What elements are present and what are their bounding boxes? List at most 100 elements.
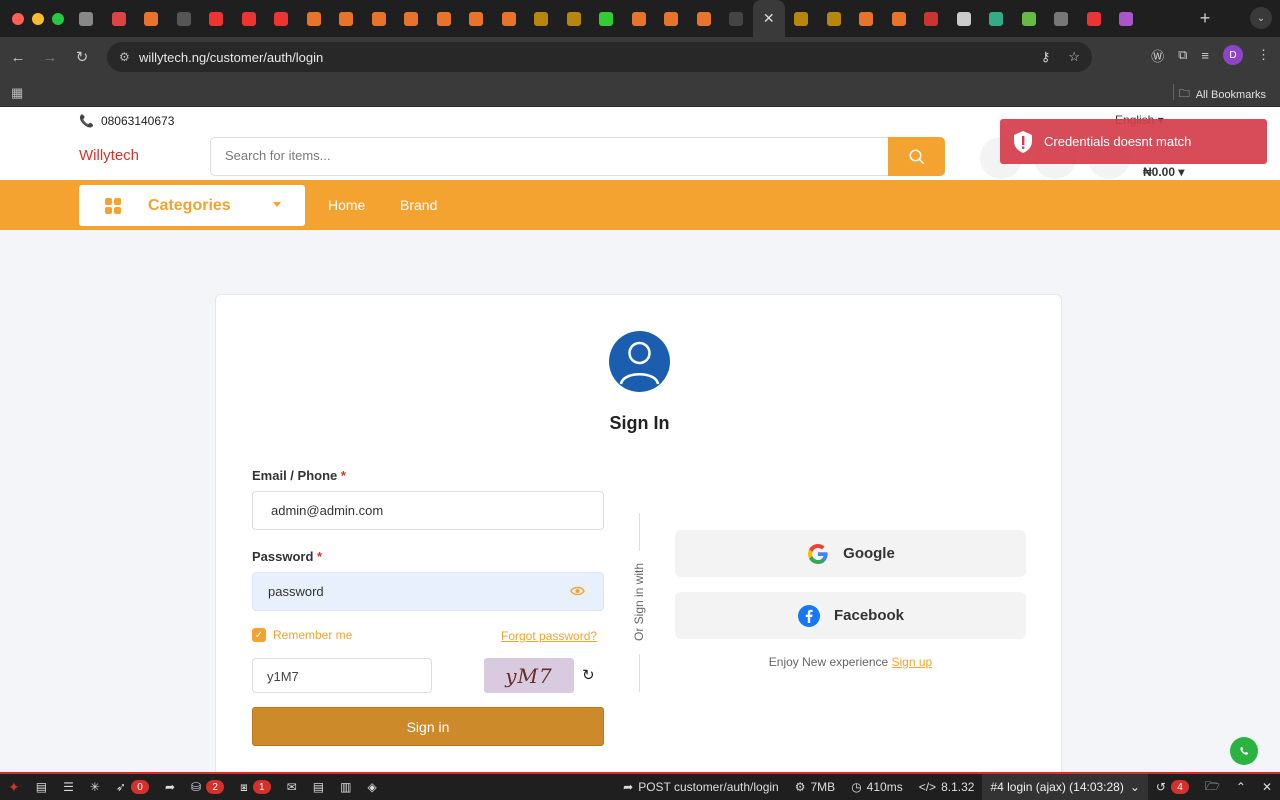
password-field[interactable]: password xyxy=(252,572,604,611)
browser-tab[interactable] xyxy=(720,0,753,37)
browser-tab[interactable] xyxy=(1110,0,1143,37)
active-tab[interactable]: ✕ xyxy=(752,0,785,37)
all-bookmarks-button[interactable]: 🗀 All Bookmarks xyxy=(1179,85,1266,104)
site-logo[interactable]: Willytech xyxy=(79,147,139,164)
new-tab-button[interactable]: + xyxy=(1190,8,1220,29)
close-tab-icon[interactable]: ✕ xyxy=(763,10,775,27)
reload-button[interactable]: ↻ xyxy=(66,48,98,66)
laravel-logo-icon[interactable]: ✦ xyxy=(0,779,28,796)
browser-tab[interactable] xyxy=(948,0,981,37)
debug-request-info[interactable]: ➦ POST customer/auth/login xyxy=(615,780,787,794)
browser-tab[interactable] xyxy=(655,0,688,37)
signin-button[interactable]: Sign in xyxy=(252,707,604,746)
cart-total[interactable]: ₦0.00 ▾ xyxy=(1143,165,1184,179)
debug-session-icon[interactable]: ▥ xyxy=(332,780,359,794)
password-key-icon[interactable]: ⚷ xyxy=(1041,49,1051,65)
tab-favicon-icon xyxy=(859,11,874,26)
debug-mails-icon[interactable]: ✉ xyxy=(279,780,305,794)
browser-tab[interactable] xyxy=(233,0,266,37)
profile-avatar[interactable]: D xyxy=(1223,45,1243,65)
forgot-password-link[interactable]: Forgot password? xyxy=(501,629,597,643)
error-toast[interactable]: Credentials doesnt match xyxy=(1000,119,1267,164)
extensions-puzzle-icon[interactable]: ⧉ xyxy=(1178,47,1187,63)
browser-tab[interactable] xyxy=(330,0,363,37)
signup-link[interactable]: Sign up xyxy=(892,655,933,669)
browser-tab[interactable] xyxy=(493,0,526,37)
email-field[interactable]: admin@admin.com xyxy=(252,491,604,530)
browser-tab[interactable] xyxy=(428,0,461,37)
request-selector[interactable]: #4 login (ajax) (14:03:28) ⌄ xyxy=(982,774,1148,800)
debug-models-tab[interactable]: ⧆ 1 xyxy=(232,780,279,795)
categories-dropdown[interactable]: Categories xyxy=(79,185,305,226)
tab-search-button[interactable]: ⌄ xyxy=(1250,7,1272,29)
browser-tab[interactable] xyxy=(883,0,916,37)
apps-grid-icon[interactable]: ▦ xyxy=(11,85,23,101)
debug-messages-icon[interactable]: ▤ xyxy=(28,780,55,794)
eye-icon[interactable] xyxy=(570,585,585,597)
browser-tab[interactable] xyxy=(818,0,851,37)
remember-me[interactable]: ✓ Remember me xyxy=(252,628,352,642)
reading-list-icon[interactable]: ≡ xyxy=(1201,48,1209,63)
debug-timeline-icon[interactable]: ☰ xyxy=(55,780,82,794)
captcha-input[interactable]: y1M7 xyxy=(252,658,432,693)
categories-grid-icon xyxy=(105,197,121,214)
browser-tab[interactable] xyxy=(200,0,233,37)
browser-tab[interactable] xyxy=(363,0,396,37)
main-navbar: Categories Home Brand xyxy=(0,180,1280,230)
debug-views-tab[interactable]: ➶ 0 xyxy=(108,780,157,794)
google-login-button[interactable]: Google xyxy=(675,530,1026,577)
remember-checkbox[interactable]: ✓ xyxy=(252,628,266,642)
debug-maximize-icon[interactable]: ⌃ xyxy=(1228,780,1254,794)
browser-tab[interactable] xyxy=(915,0,948,37)
forward-button[interactable]: → xyxy=(34,49,66,66)
enjoy-text: Enjoy New experience xyxy=(768,655,889,669)
debug-memory: ⚙ 7MB xyxy=(787,780,843,794)
remember-label: Remember me xyxy=(273,628,353,642)
browser-tab[interactable] xyxy=(460,0,493,37)
browser-tab[interactable] xyxy=(525,0,558,37)
browser-tab[interactable] xyxy=(1078,0,1111,37)
debug-close-icon[interactable]: ✕ xyxy=(1254,780,1280,794)
browser-tab[interactable] xyxy=(1013,0,1046,37)
browser-tab[interactable] xyxy=(590,0,623,37)
browser-tab[interactable] xyxy=(980,0,1013,37)
site-info-icon[interactable]: ⚙ xyxy=(119,50,139,64)
close-window-button[interactable] xyxy=(12,12,24,25)
facebook-login-button[interactable]: Facebook xyxy=(675,592,1026,639)
nav-home[interactable]: Home xyxy=(328,197,365,213)
nav-brand[interactable]: Brand xyxy=(400,197,437,213)
debug-queries-tab[interactable]: ⛁ 2 xyxy=(183,780,232,794)
browser-tab[interactable] xyxy=(103,0,136,37)
debug-gate-icon[interactable]: ▤ xyxy=(305,780,332,794)
debug-request-tags-icon[interactable]: ◈ xyxy=(359,780,384,794)
debug-open-icon[interactable]: 🗁 xyxy=(1197,777,1228,798)
tab-favicon-icon xyxy=(599,11,614,26)
browser-tab[interactable] xyxy=(168,0,201,37)
browser-tab[interactable] xyxy=(850,0,883,37)
browser-tab[interactable] xyxy=(395,0,428,37)
browser-tab[interactable] xyxy=(298,0,331,37)
debug-history-tab[interactable]: ↺ 4 xyxy=(1148,780,1197,794)
browser-tab[interactable] xyxy=(70,0,103,37)
browser-menu-icon[interactable]: ⋮ xyxy=(1257,47,1270,63)
browser-tab[interactable] xyxy=(623,0,656,37)
browser-tab[interactable] xyxy=(785,0,818,37)
search-input[interactable] xyxy=(225,148,825,163)
bookmark-star-icon[interactable]: ☆ xyxy=(1068,49,1080,65)
maximize-window-button[interactable] xyxy=(52,12,64,25)
extension-icon[interactable]: Ⓦ xyxy=(1151,46,1164,65)
minimize-window-button[interactable] xyxy=(32,12,44,25)
debug-route-icon[interactable]: ➦ xyxy=(157,780,183,794)
browser-tab[interactable] xyxy=(135,0,168,37)
browser-tab[interactable] xyxy=(1045,0,1078,37)
search-button[interactable] xyxy=(888,137,945,176)
address-bar[interactable]: ⚙ willytech.ng/customer/auth/login ⚷ ☆ xyxy=(107,42,1092,72)
browser-tab[interactable] xyxy=(265,0,298,37)
browser-tab[interactable] xyxy=(558,0,591,37)
whatsapp-chat-icon[interactable] xyxy=(1230,737,1258,765)
refresh-captcha-icon[interactable]: ↻ xyxy=(582,666,595,684)
tab-favicon-icon xyxy=(1021,11,1036,26)
debug-exceptions-icon[interactable]: ✳ xyxy=(82,780,108,794)
back-button[interactable]: ← xyxy=(2,49,34,66)
browser-tab[interactable] xyxy=(688,0,721,37)
